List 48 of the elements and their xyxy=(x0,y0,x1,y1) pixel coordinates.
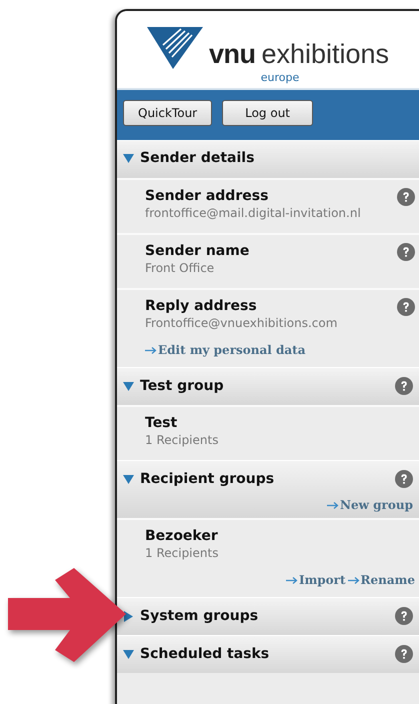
item-name: Test xyxy=(145,415,178,431)
item-detail: Frontoffice@vnuexhibitions.com xyxy=(145,315,338,332)
collapse-triangle-icon[interactable] xyxy=(123,474,134,484)
action-link[interactable]: Import xyxy=(286,573,346,587)
item-detail: 1 Recipients xyxy=(145,545,220,562)
collapse-triangle-icon[interactable] xyxy=(123,152,134,164)
help-icon[interactable] xyxy=(395,645,413,663)
section-header[interactable]: Test group xyxy=(117,367,419,405)
help-icon[interactable] xyxy=(397,243,415,261)
help-icon[interactable] xyxy=(397,188,415,206)
section-title: Test group xyxy=(140,378,225,394)
arrow-icon xyxy=(145,346,157,354)
list-item[interactable]: Sender address frontoffice@mail.digital-invitation.nl xyxy=(117,178,419,233)
section-title: Sender details xyxy=(140,150,256,166)
section-title: Scheduled tasks xyxy=(140,646,270,662)
section-header[interactable]: Scheduled tasks xyxy=(117,635,419,673)
expand-triangle-icon[interactable] xyxy=(123,610,134,622)
help-icon[interactable] xyxy=(395,607,413,625)
item-detail: frontoffice@mail.digital-invitation.nl xyxy=(145,205,362,222)
item-detail: Front Office xyxy=(145,260,216,277)
arrow-icon xyxy=(327,500,340,510)
section-title: System groups xyxy=(140,608,260,624)
collapse-triangle-icon[interactable] xyxy=(123,648,134,660)
section-title: Recipient groups xyxy=(140,471,276,487)
logout-button[interactable]: Log out xyxy=(222,100,314,126)
help-icon[interactable] xyxy=(397,298,415,316)
item-name: Sender name xyxy=(145,243,250,259)
logo-brand: vnu xyxy=(208,39,256,69)
collapse-triangle-icon[interactable] xyxy=(123,380,134,392)
item-name: Sender address xyxy=(145,188,270,204)
logo-name: exhibitions xyxy=(261,39,390,69)
logo-icon xyxy=(146,25,203,69)
item-name: Reply address xyxy=(145,298,258,314)
action-link[interactable]: Edit my personal data xyxy=(145,343,306,357)
item-name: Bezoeker xyxy=(145,528,219,544)
action-link[interactable]: New group xyxy=(327,498,413,512)
arrow-icon xyxy=(286,576,298,584)
action-link[interactable]: Rename xyxy=(348,573,415,587)
arrow-icon xyxy=(348,576,360,584)
section-header[interactable]: System groups xyxy=(117,597,419,635)
list-item[interactable]: Sender name Front Office xyxy=(117,233,419,288)
section-header[interactable]: Sender details xyxy=(117,140,419,178)
tour-button[interactable]: QuickTour xyxy=(123,100,212,126)
help-icon[interactable] xyxy=(395,470,413,488)
help-icon[interactable] xyxy=(395,377,413,395)
section-header[interactable]: Recipient groups New group xyxy=(117,460,419,518)
logo-region: europe xyxy=(260,71,300,85)
item-detail: 1 Recipients xyxy=(145,432,220,449)
